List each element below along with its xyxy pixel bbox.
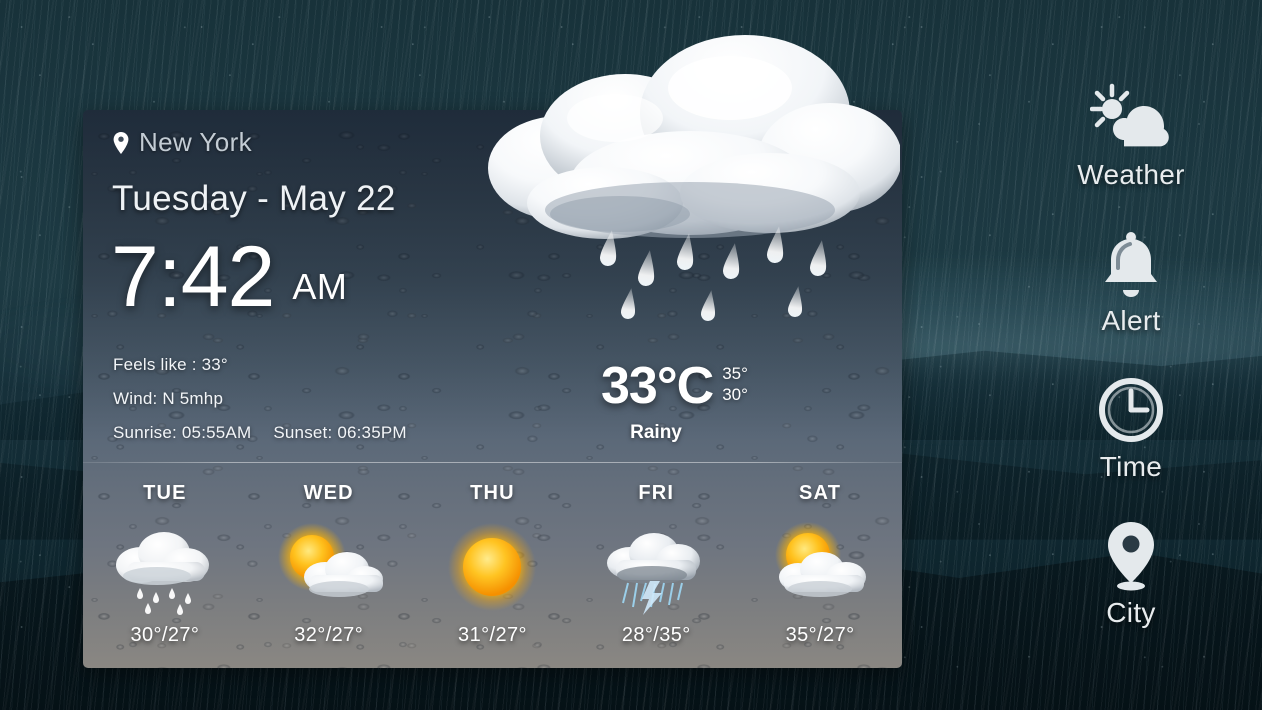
clock-time: 7:42 <box>111 229 275 325</box>
clock-icon <box>1090 374 1172 446</box>
right-sidebar-menu: Weather Alert Time City <box>1000 0 1262 710</box>
forecast-day-fri[interactable]: FRI 28°/35° <box>574 463 738 668</box>
sidebar-item-weather[interactable]: Weather <box>1031 63 1231 209</box>
forecast-temperatures: 28°/35° <box>621 624 691 646</box>
current-temperature-block: 33°C 35° 30° Rainy <box>601 360 748 444</box>
date-label: Tuesday - May 22 <box>112 179 396 218</box>
location-pin-icon <box>1090 520 1172 592</box>
sun-behind-cloud-icon <box>756 517 884 621</box>
thunderstorm-icon <box>592 517 720 621</box>
sidebar-item-city[interactable]: City <box>1031 501 1231 647</box>
clock-meridiem: AM <box>292 266 348 308</box>
forecast-day-sat[interactable]: SAT 35°/27° <box>738 463 902 668</box>
clock-row[interactable]: 7:42 AM <box>111 229 348 325</box>
sun-icon <box>428 517 556 621</box>
forecast-day-wed[interactable]: WED 32°/27° <box>247 463 411 668</box>
forecast-day-label: WED <box>303 482 354 504</box>
sun-times-row: Sunrise: 05:55AM Sunset: 06:35PM <box>113 423 407 443</box>
location-pin-icon <box>113 131 129 154</box>
location-name: New York <box>139 127 253 157</box>
forecast-day-label: THU <box>470 482 515 504</box>
forecast-temperatures: 32°/27° <box>294 624 364 646</box>
sunset-label: Sunset: 06:35PM <box>273 423 407 442</box>
forecast-day-label: FRI <box>638 482 675 504</box>
sidebar-item-label: Time <box>1099 450 1163 482</box>
rain-cloud-icon <box>101 517 229 621</box>
temperature-row: 33°C 35° 30° <box>601 360 748 412</box>
weather-widget-panel[interactable]: New York Tuesday - May 22 7:42 AM Feels … <box>83 110 902 668</box>
low-temperature: 30° <box>722 385 748 405</box>
sidebar-item-label: City <box>1106 596 1156 628</box>
forecast-day-label: SAT <box>799 482 842 504</box>
bell-icon <box>1090 228 1172 300</box>
high-temperature: 35° <box>722 364 748 383</box>
forecast-day-thu[interactable]: THU 31°/27° <box>411 463 575 668</box>
current-temperature: 33°C <box>601 357 714 415</box>
feels-like-label: Feels like : 33° <box>113 355 228 374</box>
sidebar-item-label: Weather <box>1077 158 1185 190</box>
forecast-temperatures: 30°/27° <box>130 624 200 646</box>
sidebar-item-alert[interactable]: Alert <box>1031 209 1231 355</box>
forecast-row: TUE 30°/27° WED 32°/27° THU 31°/27° FRI … <box>83 463 902 668</box>
location-row[interactable]: New York <box>113 127 252 158</box>
forecast-temperatures: 35°/27° <box>785 624 855 646</box>
wind-label: Wind: N 5mhp <box>113 389 224 408</box>
sun-behind-cloud-icon <box>1090 82 1172 154</box>
weather-stats: Feels like : 33° Wind: N 5mhp Sunrise: 0… <box>113 355 407 443</box>
sidebar-item-label: Alert <box>1101 304 1161 336</box>
sun-behind-cloud-icon <box>265 517 393 621</box>
forecast-day-label: TUE <box>143 482 187 504</box>
forecast-day-tue[interactable]: TUE 30°/27° <box>83 463 247 668</box>
high-low-temperatures: 35° 30° <box>722 360 748 406</box>
forecast-temperatures: 31°/27° <box>458 624 527 646</box>
current-condition: Rainy <box>630 422 682 443</box>
sunrise-label: Sunrise: 05:55AM <box>113 423 252 442</box>
sidebar-item-time[interactable]: Time <box>1031 355 1231 501</box>
